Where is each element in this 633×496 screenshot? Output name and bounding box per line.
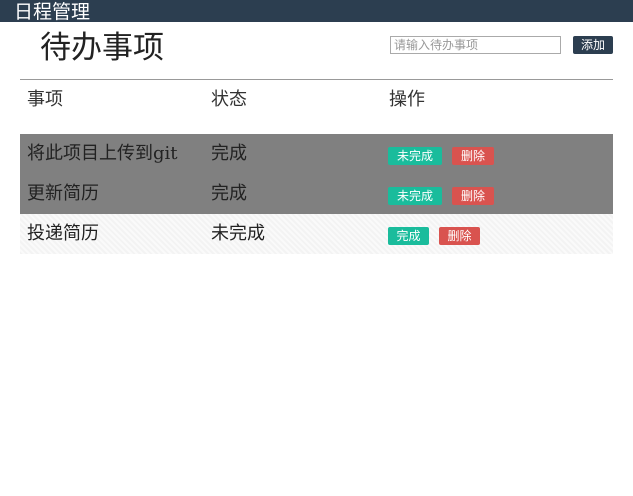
add-button[interactable]: 添加 [573, 36, 613, 54]
row-status-text: 完成 [211, 143, 247, 164]
row-item-text: 更新简历 [27, 183, 99, 204]
app-title: 日程管理 [14, 1, 91, 23]
delete-button[interactable]: 删除 [452, 187, 494, 205]
column-header-item: 事项 [27, 89, 63, 110]
table-row: 投递简历 未完成 完成 删除 [20, 214, 613, 254]
todo-input[interactable] [390, 36, 561, 54]
delete-button[interactable]: 删除 [452, 147, 494, 165]
app-header-bar: 日程管理 [0, 0, 633, 23]
row-status-text: 未完成 [211, 223, 265, 244]
row-item-text: 将此项目上传到git [27, 143, 178, 164]
table-row: 更新简历 完成 未完成 删除 [20, 174, 613, 214]
table-row: 将此项目上传到git 完成 未完成 删除 [20, 134, 613, 174]
toggle-status-button[interactable]: 未完成 [388, 187, 442, 205]
row-status-text: 完成 [211, 183, 247, 204]
column-header-action: 操作 [389, 89, 425, 110]
header-divider [20, 79, 613, 80]
row-item-text: 投递简历 [27, 223, 99, 244]
page-title: 待办事项 [40, 30, 164, 66]
toggle-status-button[interactable]: 完成 [388, 227, 429, 245]
column-header-status: 状态 [211, 89, 247, 110]
delete-button[interactable]: 删除 [439, 227, 480, 245]
toggle-status-button[interactable]: 未完成 [388, 147, 442, 165]
